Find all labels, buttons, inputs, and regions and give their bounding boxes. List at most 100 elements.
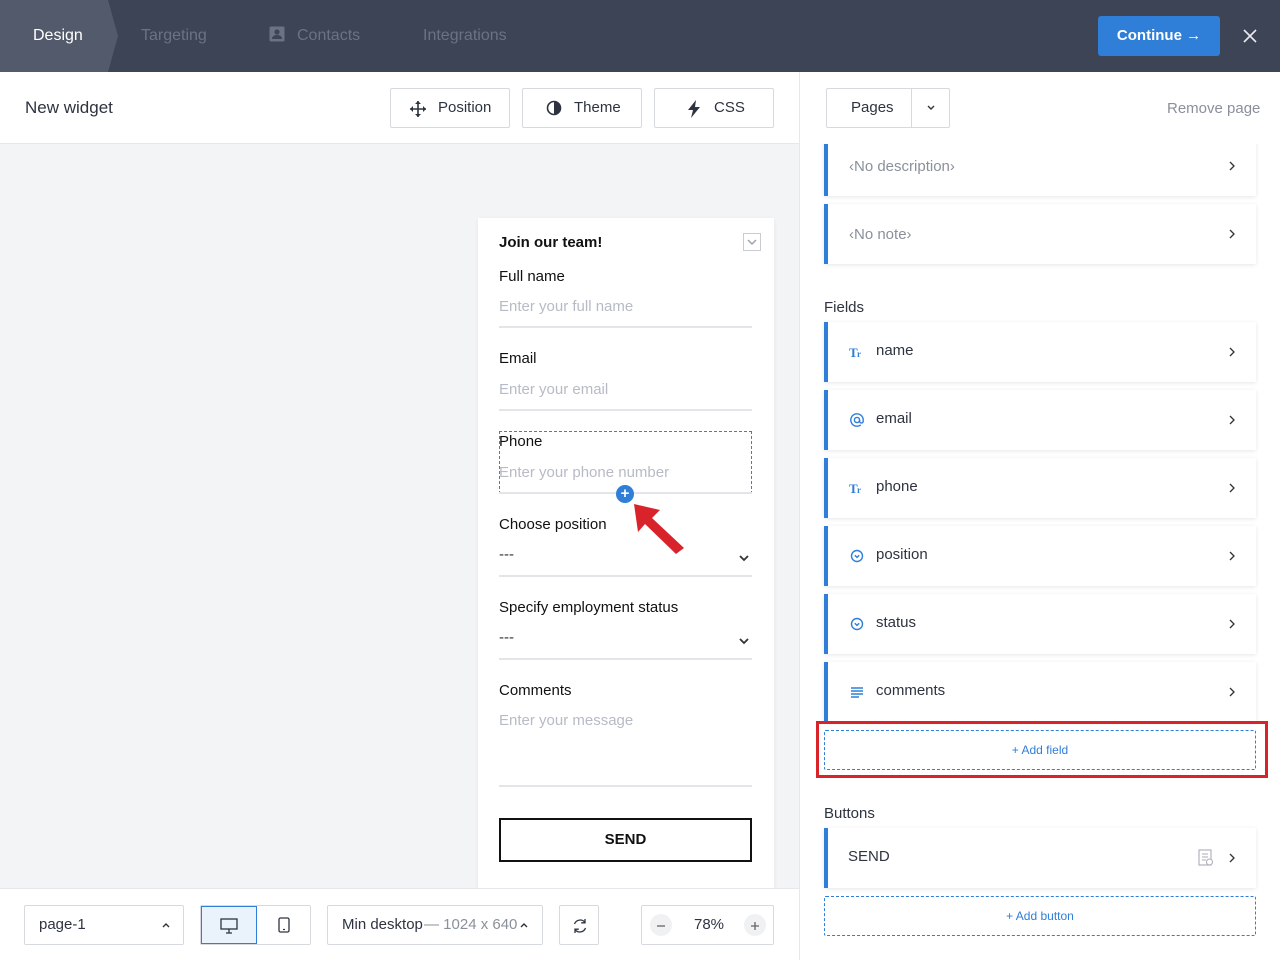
full-name-input[interactable]: Enter your full name [499, 298, 752, 328]
red-highlight-annotation [816, 721, 1268, 778]
form-widget-preview: Join our team! Full name Enter your full… [478, 218, 774, 888]
contrast-icon [546, 100, 562, 116]
chevron-right-icon [1229, 415, 1235, 425]
chevron-down-icon[interactable] [926, 104, 936, 112]
device-toggle [200, 905, 311, 945]
minus-icon [657, 925, 665, 927]
desktop-view-button[interactable] [201, 906, 257, 944]
email-input[interactable]: Enter your email [499, 381, 752, 411]
theme-button[interactable]: Theme [522, 88, 642, 128]
editor-toolbar: New widget Position Theme CSS [0, 72, 800, 144]
pages-header: Pages Remove page [800, 72, 1280, 144]
viewport-size-select[interactable]: Min desktop — 1024 x 640 [327, 905, 543, 945]
chevron-right-icon [1229, 347, 1235, 357]
chevron-right-icon [1229, 551, 1235, 561]
move-arrows-icon [410, 101, 426, 117]
pages-label: Pages [851, 99, 894, 116]
text-type-icon: T r [849, 481, 861, 496]
chevron-right-icon [1229, 687, 1235, 697]
position-button[interactable]: Position [390, 88, 510, 128]
button-card-send[interactable]: SEND [824, 828, 1256, 888]
field-card-comments[interactable]: comments [824, 662, 1256, 722]
rotate-button[interactable] [559, 905, 599, 945]
monitor-icon [220, 918, 238, 934]
remove-page-link[interactable]: Remove page [1167, 100, 1260, 117]
chevron-right-icon [1229, 619, 1235, 629]
page-select[interactable]: page-1 [24, 905, 184, 945]
tab-contacts[interactable]: Contacts [269, 0, 360, 72]
position-label: Position [438, 99, 492, 116]
top-navigation: Design Targeting Contacts Integrations C… [0, 0, 1280, 72]
chevron-right-icon [1229, 483, 1235, 493]
chevron-up-icon [520, 923, 528, 928]
refresh-icon [573, 919, 587, 933]
note-text: ‹No note› [849, 226, 912, 243]
add-button-button[interactable]: + Add button [824, 896, 1256, 936]
position-select-value: --- [499, 546, 514, 563]
viewport-size-label: Min desktop [342, 916, 423, 933]
description-card[interactable]: ‹No description› [824, 144, 1256, 196]
status-select-value: --- [499, 629, 514, 646]
position-select-label: Choose position [499, 516, 607, 533]
css-label: CSS [714, 99, 745, 116]
paragraph-lines-icon [851, 687, 863, 698]
viewport-size-dimensions: — 1024 x 640 [424, 916, 518, 933]
zoom-control: 78% [641, 905, 774, 945]
settings-panel: ‹No description› ‹No note› Fields T r na… [800, 144, 1280, 960]
zoom-in-button[interactable] [744, 914, 766, 936]
status-select[interactable]: --- [499, 626, 752, 660]
css-button[interactable]: CSS [654, 88, 774, 128]
bottom-controls: page-1 Min desktop — 1024 x 640 78% [0, 888, 800, 960]
svg-text:r: r [857, 349, 861, 359]
phone-label: Phone [499, 433, 543, 450]
chevron-right-icon [1229, 853, 1235, 863]
field-card-email[interactable]: email [824, 390, 1256, 450]
field-comments-label: comments [876, 682, 946, 699]
note-card[interactable]: ‹No note› [824, 204, 1256, 264]
fields-header: Fields [824, 299, 865, 316]
tab-targeting[interactable]: Targeting [141, 0, 207, 72]
page-select-value: page-1 [39, 916, 86, 933]
mobile-view-button[interactable] [257, 906, 311, 944]
phone-device-icon [278, 917, 290, 933]
full-name-label: Full name [499, 268, 565, 285]
plus-icon [751, 922, 759, 930]
close-icon[interactable] [1240, 26, 1260, 46]
field-email-label: email [876, 410, 912, 427]
field-name-label: name [876, 342, 914, 359]
svg-text:r: r [857, 485, 861, 495]
continue-button[interactable]: Continue → [1098, 16, 1220, 56]
zoom-out-button[interactable] [650, 914, 672, 936]
position-select[interactable]: --- [499, 543, 752, 577]
pages-dropdown[interactable]: Pages [826, 88, 950, 128]
field-status-label: status [876, 614, 917, 631]
button-send-label: SEND [848, 848, 890, 865]
field-position-label: position [876, 546, 928, 563]
zoom-level: 78% [694, 916, 725, 933]
widget-title: New widget [25, 98, 113, 117]
send-button[interactable]: SEND [499, 818, 752, 862]
lightning-icon [688, 100, 700, 118]
form-document-icon[interactable] [1198, 849, 1214, 867]
collapse-icon[interactable] [743, 233, 761, 251]
tab-design[interactable]: Design [33, 0, 83, 72]
preview-canvas: Join our team! Full name Enter your full… [0, 144, 800, 888]
field-card-name[interactable]: T r name [824, 322, 1256, 382]
comments-textarea[interactable]: Enter your message [499, 712, 752, 787]
chevron-down-icon [739, 638, 749, 645]
buttons-header: Buttons [824, 805, 875, 822]
contact-card-icon [269, 26, 285, 42]
description-text: ‹No description› [849, 158, 955, 175]
tab-contacts-label: Contacts [297, 27, 361, 44]
theme-label: Theme [574, 99, 621, 116]
field-phone-label: phone [876, 478, 918, 495]
comments-label: Comments [499, 682, 572, 699]
chevron-right-icon [1229, 161, 1235, 171]
field-card-phone[interactable]: T r phone [824, 458, 1256, 518]
text-type-icon: T r [849, 345, 861, 360]
pages-dropdown-divider [911, 89, 912, 127]
field-card-position[interactable]: position [824, 526, 1256, 586]
chevron-up-icon [162, 923, 170, 928]
field-card-status[interactable]: status [824, 594, 1256, 654]
tab-integrations[interactable]: Integrations [423, 0, 507, 72]
